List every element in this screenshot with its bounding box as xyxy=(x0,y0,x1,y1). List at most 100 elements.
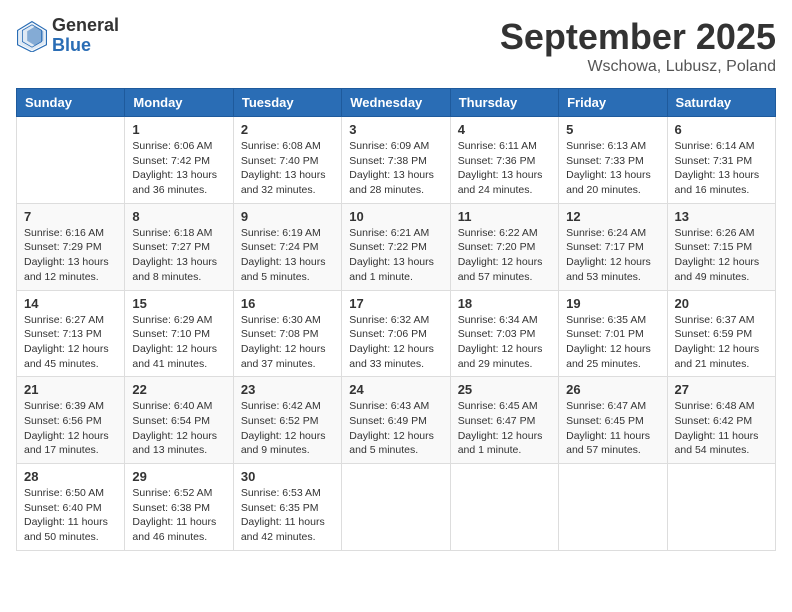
calendar-cell: 4 Sunrise: 6:11 AMSunset: 7:36 PMDaylight… xyxy=(450,117,558,204)
day-number: 28 xyxy=(24,469,117,484)
day-info: Sunrise: 6:29 AMSunset: 7:10 PMDaylight:… xyxy=(132,313,225,372)
day-info: Sunrise: 6:06 AMSunset: 7:42 PMDaylight:… xyxy=(132,139,225,198)
calendar-cell xyxy=(17,117,125,204)
calendar-cell: 30 Sunrise: 6:53 AMSunset: 6:35 PMDayligh… xyxy=(233,464,341,551)
calendar-header-monday: Monday xyxy=(125,89,233,117)
calendar-header-friday: Friday xyxy=(559,89,667,117)
day-number: 24 xyxy=(349,382,442,397)
calendar-cell: 15Sunrise: 6:29 AMSunset: 7:10 PMDayligh… xyxy=(125,290,233,377)
day-info: Sunrise: 6:45 AMSunset: 6:47 PMDaylight:… xyxy=(458,399,551,458)
calendar-cell: 7Sunrise: 6:16 AMSunset: 7:29 PMDaylight… xyxy=(17,203,125,290)
calendar-cell: 13 Sunrise: 6:26 AMSunset: 7:15 PMDayligh… xyxy=(667,203,775,290)
logo-general: General xyxy=(52,16,119,36)
calendar-cell xyxy=(450,464,558,551)
calendar-table: SundayMondayTuesdayWednesdayThursdayFrid… xyxy=(16,88,776,551)
page-header: General Blue September 2025 Wschowa, Lub… xyxy=(16,16,776,76)
calendar-cell: 28Sunrise: 6:50 AMSunset: 6:40 PMDayligh… xyxy=(17,464,125,551)
calendar-cell: 5 Sunrise: 6:13 AMSunset: 7:33 PMDaylight… xyxy=(559,117,667,204)
month-title: September 2025 xyxy=(500,16,776,58)
day-info: Sunrise: 6:19 AMSunset: 7:24 PMDaylight:… xyxy=(241,226,334,285)
day-number: 4 xyxy=(458,122,551,137)
day-info: Sunrise: 6:53 AMSunset: 6:35 PMDaylight:… xyxy=(241,486,334,545)
calendar-cell: 21 Sunrise: 6:39 AMSunset: 6:56 PMDayligh… xyxy=(17,377,125,464)
day-number: 23 xyxy=(241,382,334,397)
calendar-header-saturday: Saturday xyxy=(667,89,775,117)
day-number: 20 xyxy=(675,296,768,311)
calendar-cell: 8 Sunrise: 6:18 AMSunset: 7:27 PMDaylight… xyxy=(125,203,233,290)
day-number: 29 xyxy=(132,469,225,484)
day-number: 2 xyxy=(241,122,334,137)
calendar-cell: 3Sunrise: 6:09 AMSunset: 7:38 PMDaylight… xyxy=(342,117,450,204)
calendar-cell: 1 Sunrise: 6:06 AMSunset: 7:42 PMDaylight… xyxy=(125,117,233,204)
day-number: 18 xyxy=(458,296,551,311)
day-number: 8 xyxy=(132,209,225,224)
calendar-cell: 12Sunrise: 6:24 AMSunset: 7:17 PMDayligh… xyxy=(559,203,667,290)
calendar-cell: 26 Sunrise: 6:47 AMSunset: 6:45 PMDayligh… xyxy=(559,377,667,464)
title-block: September 2025 Wschowa, Lubusz, Poland xyxy=(500,16,776,76)
calendar-cell: 29Sunrise: 6:52 AMSunset: 6:38 PMDayligh… xyxy=(125,464,233,551)
day-info: Sunrise: 6:13 AMSunset: 7:33 PMDaylight:… xyxy=(566,139,659,198)
day-info: Sunrise: 6:16 AMSunset: 7:29 PMDaylight:… xyxy=(24,226,117,285)
day-info: Sunrise: 6:39 AMSunset: 6:56 PMDaylight:… xyxy=(24,399,117,458)
day-number: 21 xyxy=(24,382,117,397)
day-info: Sunrise: 6:26 AMSunset: 7:15 PMDaylight:… xyxy=(675,226,768,285)
day-number: 30 xyxy=(241,469,334,484)
day-number: 26 xyxy=(566,382,659,397)
day-number: 25 xyxy=(458,382,551,397)
calendar-cell: 25 Sunrise: 6:45 AMSunset: 6:47 PMDayligh… xyxy=(450,377,558,464)
calendar-header-tuesday: Tuesday xyxy=(233,89,341,117)
day-number: 9 xyxy=(241,209,334,224)
day-info: Sunrise: 6:18 AMSunset: 7:27 PMDaylight:… xyxy=(132,226,225,285)
day-number: 19 xyxy=(566,296,659,311)
day-info: Sunrise: 6:47 AMSunset: 6:45 PMDaylight:… xyxy=(566,399,659,458)
logo-blue: Blue xyxy=(52,36,119,56)
day-number: 10 xyxy=(349,209,442,224)
day-info: Sunrise: 6:09 AMSunset: 7:38 PMDaylight:… xyxy=(349,139,442,198)
day-info: Sunrise: 6:30 AMSunset: 7:08 PMDaylight:… xyxy=(241,313,334,372)
day-number: 17 xyxy=(349,296,442,311)
day-info: Sunrise: 6:34 AMSunset: 7:03 PMDaylight:… xyxy=(458,313,551,372)
logo: General Blue xyxy=(16,16,119,56)
calendar-cell: 2 Sunrise: 6:08 AMSunset: 7:40 PMDaylight… xyxy=(233,117,341,204)
day-number: 5 xyxy=(566,122,659,137)
day-number: 13 xyxy=(675,209,768,224)
day-number: 11 xyxy=(458,209,551,224)
day-info: Sunrise: 6:43 AMSunset: 6:49 PMDaylight:… xyxy=(349,399,442,458)
calendar-cell: 22 Sunrise: 6:40 AMSunset: 6:54 PMDayligh… xyxy=(125,377,233,464)
day-number: 22 xyxy=(132,382,225,397)
calendar-week-2: 7Sunrise: 6:16 AMSunset: 7:29 PMDaylight… xyxy=(17,203,776,290)
day-info: Sunrise: 6:27 AMSunset: 7:13 PMDaylight:… xyxy=(24,313,117,372)
day-number: 12 xyxy=(566,209,659,224)
day-number: 6 xyxy=(675,122,768,137)
calendar-cell: 17Sunrise: 6:32 AMSunset: 7:06 PMDayligh… xyxy=(342,290,450,377)
calendar-cell: 18 Sunrise: 6:34 AMSunset: 7:03 PMDayligh… xyxy=(450,290,558,377)
calendar-week-1: 1 Sunrise: 6:06 AMSunset: 7:42 PMDaylight… xyxy=(17,117,776,204)
logo-icon xyxy=(16,20,48,52)
calendar-cell xyxy=(667,464,775,551)
day-info: Sunrise: 6:22 AMSunset: 7:20 PMDaylight:… xyxy=(458,226,551,285)
day-number: 16 xyxy=(241,296,334,311)
day-number: 1 xyxy=(132,122,225,137)
day-info: Sunrise: 6:48 AMSunset: 6:42 PMDaylight:… xyxy=(675,399,768,458)
day-info: Sunrise: 6:08 AMSunset: 7:40 PMDaylight:… xyxy=(241,139,334,198)
day-info: Sunrise: 6:11 AMSunset: 7:36 PMDaylight:… xyxy=(458,139,551,198)
calendar-cell: 27 Sunrise: 6:48 AMSunset: 6:42 PMDayligh… xyxy=(667,377,775,464)
calendar-cell: 23Sunrise: 6:42 AMSunset: 6:52 PMDayligh… xyxy=(233,377,341,464)
day-info: Sunrise: 6:40 AMSunset: 6:54 PMDaylight:… xyxy=(132,399,225,458)
day-info: Sunrise: 6:37 AMSunset: 6:59 PMDaylight:… xyxy=(675,313,768,372)
day-info: Sunrise: 6:35 AMSunset: 7:01 PMDaylight:… xyxy=(566,313,659,372)
day-info: Sunrise: 6:14 AMSunset: 7:31 PMDaylight:… xyxy=(675,139,768,198)
calendar-cell: 9 Sunrise: 6:19 AMSunset: 7:24 PMDaylight… xyxy=(233,203,341,290)
day-number: 14 xyxy=(24,296,117,311)
calendar-cell: 14 Sunrise: 6:27 AMSunset: 7:13 PMDayligh… xyxy=(17,290,125,377)
calendar-cell: 16 Sunrise: 6:30 AMSunset: 7:08 PMDayligh… xyxy=(233,290,341,377)
calendar-cell xyxy=(559,464,667,551)
calendar-cell: 20 Sunrise: 6:37 AMSunset: 6:59 PMDayligh… xyxy=(667,290,775,377)
calendar-header-wednesday: Wednesday xyxy=(342,89,450,117)
calendar-header-sunday: Sunday xyxy=(17,89,125,117)
logo-text: General Blue xyxy=(52,16,119,56)
calendar-week-4: 21 Sunrise: 6:39 AMSunset: 6:56 PMDayligh… xyxy=(17,377,776,464)
day-number: 27 xyxy=(675,382,768,397)
calendar-cell: 19 Sunrise: 6:35 AMSunset: 7:01 PMDayligh… xyxy=(559,290,667,377)
calendar-week-3: 14 Sunrise: 6:27 AMSunset: 7:13 PMDayligh… xyxy=(17,290,776,377)
